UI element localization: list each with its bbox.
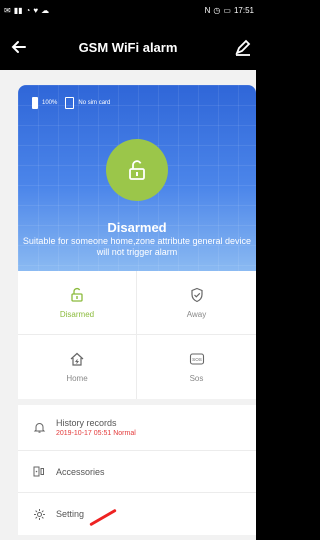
- mode-label: Disarmed: [59, 309, 95, 319]
- mode-label: Away: [186, 309, 207, 319]
- mode-grid: Disarmed Away Home SOS Sos: [18, 271, 256, 399]
- history-records-item[interactable]: History records 2019-10-17 05:51 Normal: [18, 405, 256, 451]
- unlock-icon: [129, 160, 145, 180]
- mode-label: Home: [66, 374, 88, 383]
- arm-state-button[interactable]: [106, 139, 168, 201]
- sim-status: No sim card: [78, 100, 111, 106]
- accessories-label: Accessories: [56, 466, 105, 477]
- mode-disarmed[interactable]: Disarmed: [18, 271, 137, 335]
- status-icons-right: N ◷ ▭ 17:51: [205, 6, 254, 15]
- sos-icon: SOS: [189, 353, 204, 365]
- history-last-event: 2019-10-17 05:51 Normal: [56, 430, 136, 437]
- mode-home[interactable]: Home: [18, 335, 137, 399]
- battery-level: 100%: [42, 100, 58, 106]
- nfc-icon: N: [204, 6, 211, 15]
- mode-sos[interactable]: SOS Sos: [137, 335, 256, 399]
- battery-icon: [32, 97, 38, 109]
- sim-card-icon: [65, 97, 75, 109]
- battery-status-icon: ▭: [223, 6, 231, 15]
- mode-away[interactable]: Away: [137, 271, 256, 335]
- arm-state-title: Disarmed: [107, 220, 167, 235]
- status-time: 17:51: [233, 6, 254, 15]
- status-icons-left: ✉ ▮▮ ◔ ♥ ☁: [4, 6, 49, 15]
- setting-label: Setting: [56, 509, 85, 519]
- top-bar: GSM WiFi alarm: [0, 26, 256, 70]
- menu-list: History records 2019-10-17 05:51 Normal …: [18, 405, 256, 535]
- cloud-icon: ☁: [41, 6, 50, 15]
- page-title: GSM WiFi alarm: [78, 40, 178, 55]
- bell-icon: [32, 421, 46, 435]
- annotation-arrow-mark: [89, 508, 117, 527]
- message-icon: ✉: [4, 6, 11, 15]
- svg-text:SOS: SOS: [192, 357, 202, 362]
- signal-icon: ▮▮: [13, 6, 23, 15]
- heart-icon: ♥: [33, 6, 39, 15]
- content-panel: 100% No sim card Disarmed Suitable for s…: [0, 70, 256, 540]
- wifi-icon: ◔: [25, 6, 31, 15]
- history-label: History records: [56, 418, 117, 428]
- arm-state-description: Suitable for someone home,zone attribute…: [22, 236, 252, 257]
- alarm-clock-icon: ◷: [213, 6, 221, 15]
- gear-icon: [32, 507, 46, 521]
- pencil-icon: [235, 39, 251, 56]
- unlock-icon: [71, 287, 83, 302]
- mode-label: Sos: [189, 374, 204, 383]
- status-bar: ✉ ▮▮ ◔ ♥ ☁ N ◷ ▭ 17:51: [0, 0, 256, 26]
- device-status-card: 100% No sim card Disarmed Suitable for s…: [18, 85, 256, 271]
- setting-item[interactable]: Setting: [18, 493, 256, 535]
- battery-row: 100% No sim card: [32, 97, 110, 109]
- accessories-item[interactable]: Accessories: [18, 451, 256, 493]
- edit-button[interactable]: [232, 36, 254, 58]
- shield-check-icon: [190, 287, 203, 302]
- accessories-icon: [32, 465, 46, 479]
- home-icon: [70, 352, 84, 366]
